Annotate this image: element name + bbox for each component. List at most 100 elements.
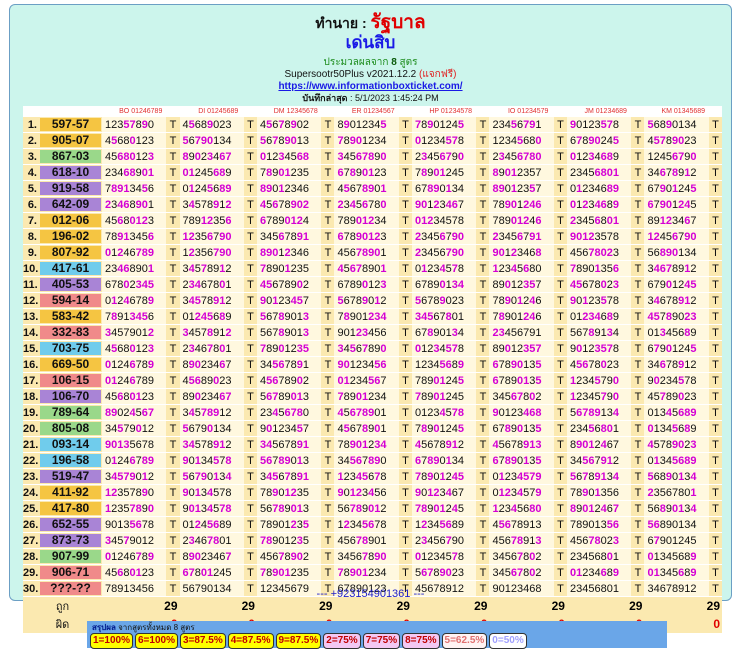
result-mark: T xyxy=(243,453,257,469)
table-row: 4. 618-10 23468901 T 01245689 T 78901235 T 67890… xyxy=(23,165,722,181)
header: ทำนาย : รัฐบาล เด่นสิบ ประมวลผลจาก 8 สูต… xyxy=(10,13,731,105)
row-tag-cell: 703-75 xyxy=(39,341,102,357)
result-mark: T xyxy=(321,325,335,341)
result-mark: T xyxy=(243,517,257,533)
digit-cell: 67901245 xyxy=(644,533,709,549)
result-mark: T xyxy=(321,165,335,181)
result-mark: T xyxy=(553,421,567,437)
result-mark: T xyxy=(166,373,180,389)
digit-cell: 23456801 xyxy=(566,549,632,565)
result-mark: T xyxy=(321,133,335,149)
result-mark: T xyxy=(709,325,722,341)
result-mark: T xyxy=(709,133,722,149)
row-number: 1. xyxy=(23,117,39,133)
result-mark: T xyxy=(631,277,645,293)
result-mark: T xyxy=(166,501,180,517)
prediction-tag: 873-73 xyxy=(40,534,101,547)
digit-cell: 01246789 xyxy=(102,357,167,373)
result-mark: T xyxy=(398,485,412,501)
result-mark: T xyxy=(631,197,645,213)
result-mark: T xyxy=(553,133,567,149)
column-header: DM 12345678 xyxy=(256,106,335,117)
digit-cell: 01245689 xyxy=(179,309,244,325)
digit-cell: 34578912 xyxy=(179,197,244,213)
result-mark: T xyxy=(321,181,335,197)
result-mark: T xyxy=(631,549,645,565)
table-row: 10. 417-61 23468901 T 34578912 T 78901235 T 4567… xyxy=(23,261,722,277)
website-link[interactable]: https://www.informationboxticket.com/ xyxy=(278,81,462,92)
digit-cell: 45789023 xyxy=(644,133,709,149)
table-row: 17. 106-15 01246789 T 45689023 T 45678902 T 0123… xyxy=(23,373,722,389)
result-mark: T xyxy=(476,165,490,181)
result-mark: T xyxy=(321,341,335,357)
table-row: 21. 093-14 90135678 T 34578912 T 34567891 T 7890… xyxy=(23,437,722,453)
digit-cell: 78913456 xyxy=(102,229,167,245)
result-mark: T xyxy=(243,325,257,341)
digit-cell: 45680123 xyxy=(102,341,167,357)
result-mark: T xyxy=(553,517,567,533)
digit-cell: 01234578 xyxy=(411,261,477,277)
digit-cell: 01234567 xyxy=(334,373,399,389)
result-mark: T xyxy=(243,117,257,133)
digit-cell: 67901245 xyxy=(644,277,709,293)
result-mark: T xyxy=(398,213,412,229)
digit-cell: 23467801 xyxy=(179,277,244,293)
digit-cell: 78912356 xyxy=(179,213,244,229)
result-mark: T xyxy=(166,485,180,501)
digit-cell: 56789134 xyxy=(566,325,632,341)
row-number: 15. xyxy=(23,341,39,357)
digit-cell: 01234689 xyxy=(566,309,632,325)
result-mark: T xyxy=(553,149,567,165)
digit-cell: 01245689 xyxy=(179,165,244,181)
digit-cell: 12345689 xyxy=(411,517,477,533)
digit-cell: 45678902 xyxy=(256,277,322,293)
phone-link[interactable]: --- +923154901361 --- xyxy=(10,588,731,600)
summary-badge: 0=50% xyxy=(489,633,527,649)
digit-cell: 12357890 xyxy=(102,117,167,133)
digit-cell: 67890134 xyxy=(411,325,477,341)
result-mark: T xyxy=(476,453,490,469)
result-mark: T xyxy=(243,197,257,213)
result-mark: T xyxy=(166,181,180,197)
row-number: 23. xyxy=(23,469,39,485)
result-mark: T xyxy=(321,501,335,517)
digit-cell: 67890123 xyxy=(334,277,399,293)
result-mark: T xyxy=(553,261,567,277)
result-mark: T xyxy=(243,357,257,373)
summary-badge: 9=87.5% xyxy=(275,633,322,649)
result-mark: T xyxy=(709,309,722,325)
digit-cell: 56789013 xyxy=(256,453,322,469)
digit-cell: 34567891 xyxy=(256,469,322,485)
prediction-tag: 919-58 xyxy=(40,182,101,195)
table-row: 26. 652-55 90135678 T 01245689 T 78901235 T 1234… xyxy=(23,517,722,533)
result-mark: T xyxy=(709,373,722,389)
result-mark: T xyxy=(243,261,257,277)
result-mark: T xyxy=(166,469,180,485)
summary-badge: 2=75% xyxy=(323,633,361,649)
result-mark: T xyxy=(553,245,567,261)
result-mark: T xyxy=(476,197,490,213)
digit-cell: 67890135 xyxy=(489,453,554,469)
digit-cell: 89024567 xyxy=(102,405,167,421)
digit-cell: 78913456 xyxy=(102,309,167,325)
result-mark: T xyxy=(631,245,645,261)
result-mark: T xyxy=(709,389,722,405)
digit-cell: 12456790 xyxy=(644,149,709,165)
digit-cell: 78901234 xyxy=(334,437,399,453)
result-mark: T xyxy=(166,277,180,293)
result-mark: T xyxy=(553,485,567,501)
result-mark: T xyxy=(553,181,567,197)
prediction-tag: 618-10 xyxy=(40,166,101,179)
result-mark: T xyxy=(553,405,567,421)
digit-cell: 89012467 xyxy=(566,501,632,517)
result-mark: T xyxy=(476,533,490,549)
column-header: JM 01234689 xyxy=(566,106,645,117)
result-mark: T xyxy=(398,357,412,373)
row-tag-cell: 867-03 xyxy=(39,149,102,165)
result-mark: T xyxy=(476,341,490,357)
result-mark: T xyxy=(631,469,645,485)
digit-cell: 78901356 xyxy=(566,261,632,277)
digit-cell: 01246789 xyxy=(102,245,167,261)
prediction-tag: 642-09 xyxy=(40,198,101,211)
result-mark: T xyxy=(321,437,335,453)
